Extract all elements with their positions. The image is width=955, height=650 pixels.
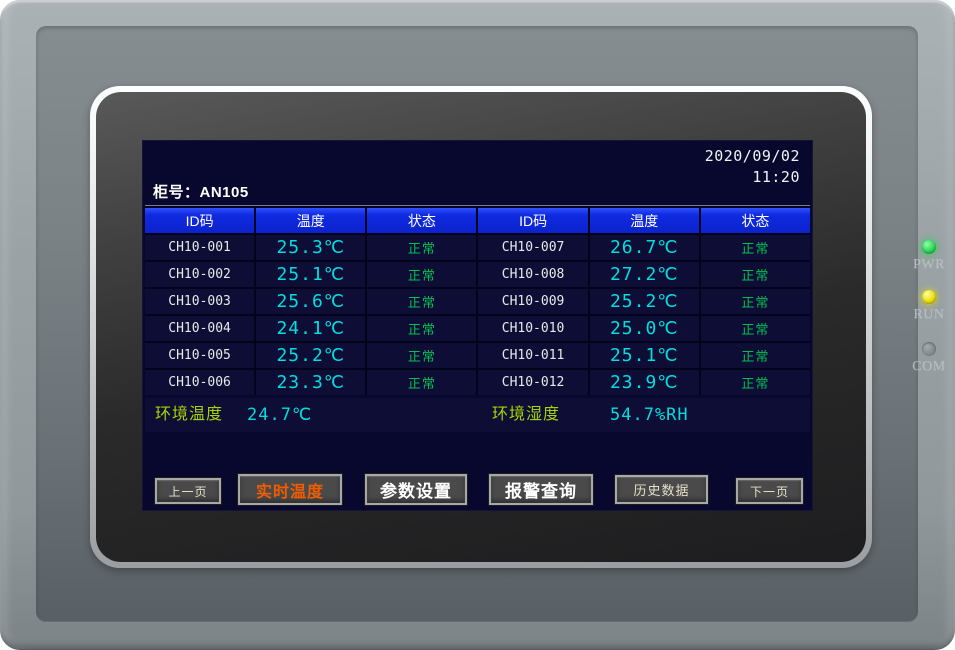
realtime-temp-button[interactable]: 实时温度 [238, 474, 342, 505]
param-settings-button[interactable]: 参数设置 [365, 474, 467, 505]
faceplate: 2020/09/02 11:20 柜号：AN105 ID码 温度 状态 ID码 … [36, 26, 918, 622]
hmi-device: 2020/09/02 11:20 柜号：AN105 ID码 温度 状态 ID码 … [0, 0, 955, 650]
prev-page-button[interactable]: 上一页 [155, 478, 221, 504]
pwr-led-label: PWR [902, 257, 955, 273]
history-data-button[interactable]: 历史数据 [615, 475, 708, 504]
screen-bezel: 2020/09/02 11:20 柜号：AN105 ID码 温度 状态 ID码 … [96, 92, 866, 562]
nav-button-row: 上一页实时温度参数设置报警查询历史数据 下一页 [143, 141, 812, 510]
led-panel: PWR RUN COM [902, 236, 955, 396]
next-page-button[interactable]: 下一页 [736, 478, 803, 504]
led-item: RUN [902, 290, 955, 323]
run-led-label: RUN [902, 307, 955, 323]
led-item: COM [902, 342, 955, 375]
run-led-icon [922, 290, 936, 304]
com-led-icon [922, 342, 936, 356]
led-item: PWR [902, 240, 955, 273]
com-led-label: COM [902, 359, 955, 375]
touchscreen: 2020/09/02 11:20 柜号：AN105 ID码 温度 状态 ID码 … [143, 141, 812, 510]
pwr-led-icon [922, 240, 936, 254]
alarm-query-button[interactable]: 报警查询 [489, 474, 593, 505]
screen-bezel-trim: 2020/09/02 11:20 柜号：AN105 ID码 温度 状态 ID码 … [90, 86, 872, 568]
